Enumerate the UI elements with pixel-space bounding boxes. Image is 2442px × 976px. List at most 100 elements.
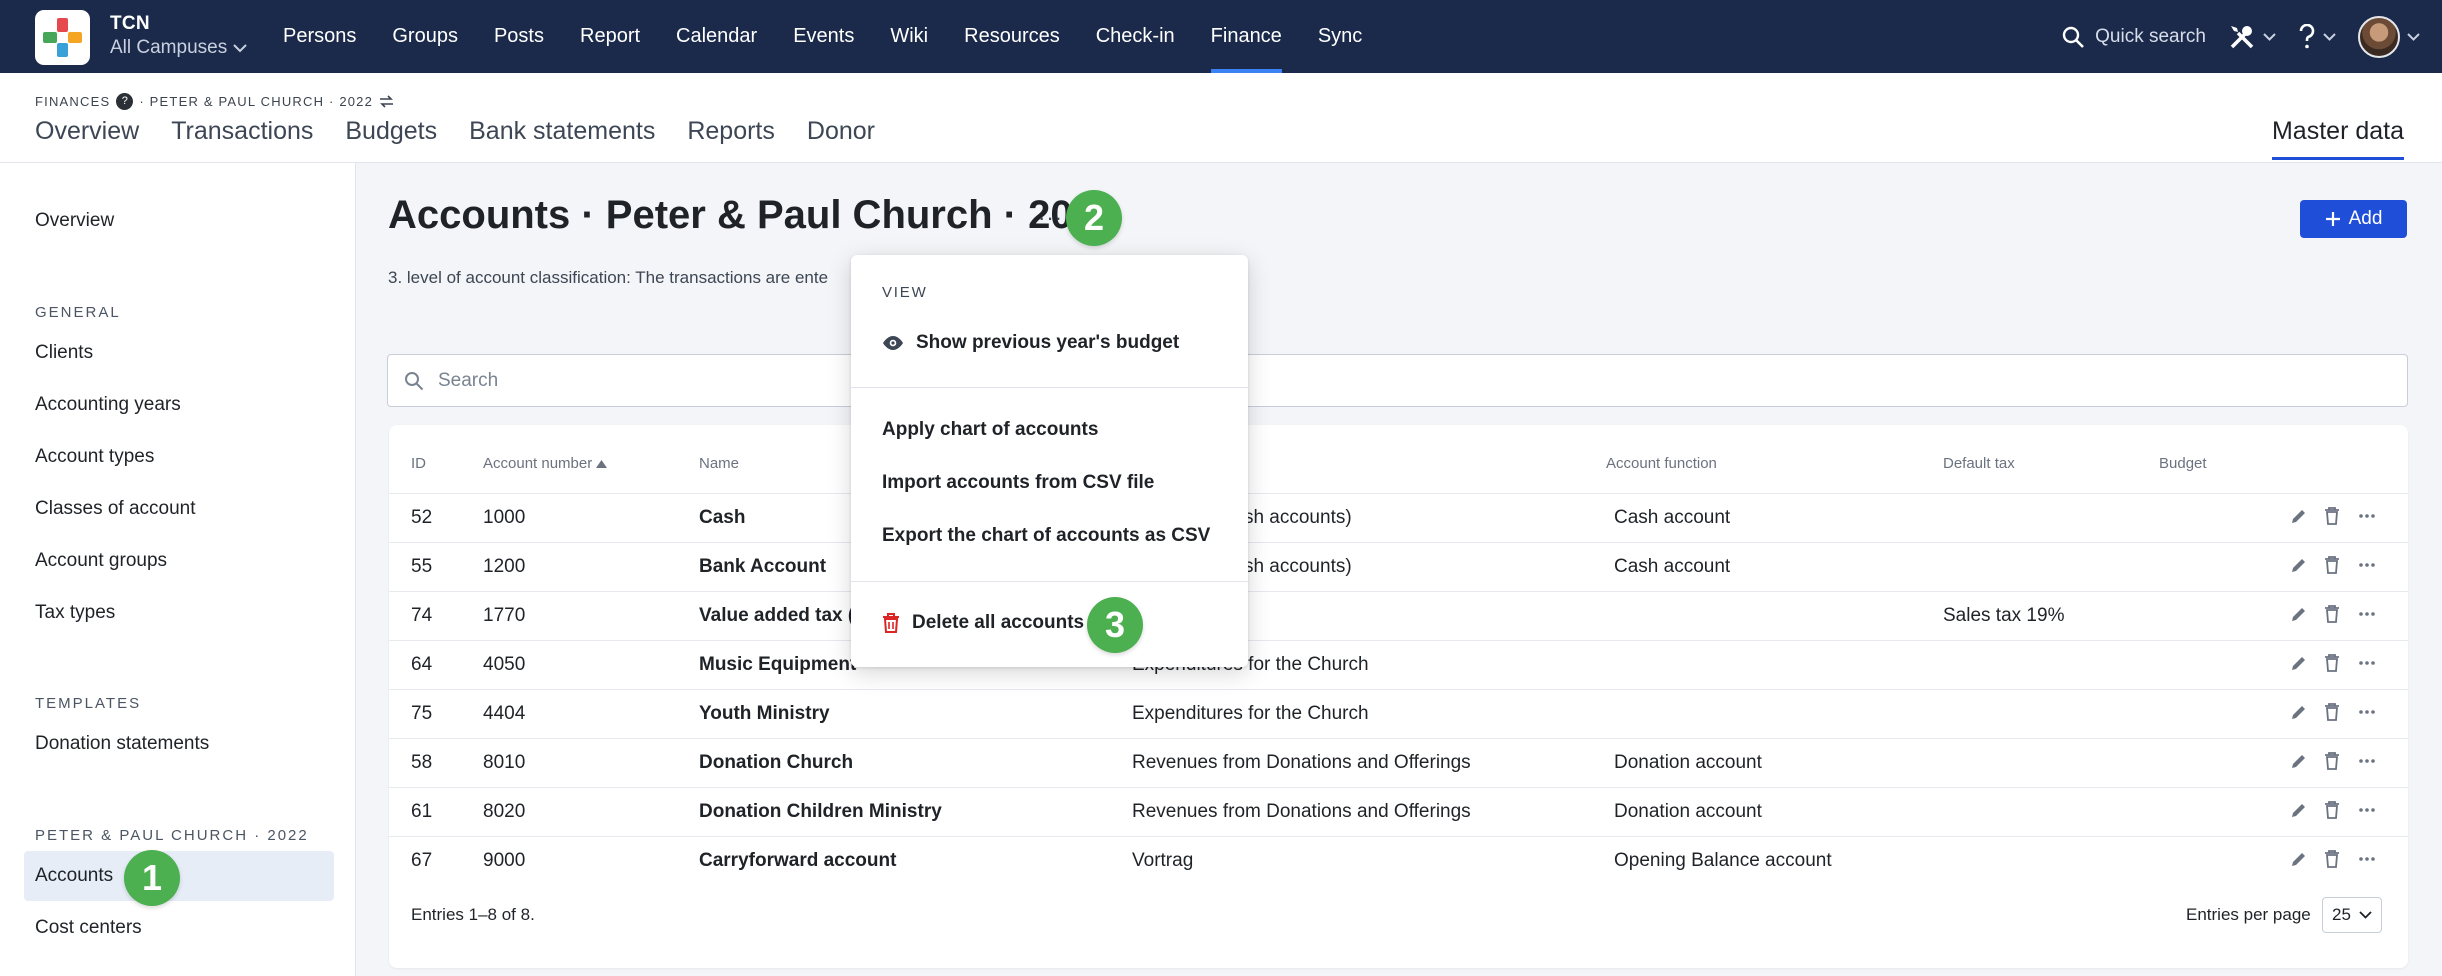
help-menu-button[interactable] bbox=[2298, 23, 2336, 50]
cell-name[interactable]: Music Equipment bbox=[699, 654, 856, 676]
breadcrumb-section[interactable]: FINANCES bbox=[35, 94, 110, 109]
sidebar-item-account-types[interactable]: Account types bbox=[35, 446, 154, 468]
cell-id: 75 bbox=[411, 703, 433, 724]
table-row[interactable]: 58 8010 Donation Church Revenues from Do… bbox=[389, 738, 2408, 787]
cell-name[interactable]: Value added tax (S bbox=[699, 605, 867, 627]
user-menu-button[interactable] bbox=[2358, 15, 2420, 58]
tab-bank-statements[interactable]: Bank statements bbox=[469, 112, 655, 157]
table-row[interactable]: 67 9000 Carryforward account Vortrag Ope… bbox=[389, 836, 2408, 885]
quick-search-button[interactable]: Quick search bbox=[2061, 25, 2206, 49]
help-badge[interactable]: ? bbox=[116, 93, 134, 110]
switch-icon[interactable] bbox=[379, 95, 394, 108]
column-header-id[interactable]: ID bbox=[411, 455, 426, 472]
nav-calendar[interactable]: Calendar bbox=[658, 0, 775, 73]
entries-per-page-select[interactable]: 25 bbox=[2322, 897, 2382, 933]
nav-posts[interactable]: Posts bbox=[476, 0, 562, 73]
column-header-account-function[interactable]: Account function bbox=[1606, 455, 1717, 472]
table-row[interactable]: 64 4050 Music Equipment Expenditures for… bbox=[389, 640, 2408, 689]
more-icon[interactable] bbox=[2357, 751, 2377, 773]
more-icon[interactable] bbox=[2357, 555, 2377, 577]
campus-selector[interactable]: All Campuses bbox=[110, 37, 247, 59]
tools-menu-button[interactable] bbox=[2228, 23, 2276, 51]
app-logo[interactable] bbox=[35, 10, 90, 65]
menu-item-show-previous-budget[interactable]: Show previous year's budget bbox=[882, 332, 1179, 354]
trash-icon[interactable] bbox=[2323, 653, 2343, 675]
cell-name[interactable]: Youth Ministry bbox=[699, 703, 830, 725]
edit-icon[interactable] bbox=[2289, 849, 2309, 871]
edit-icon[interactable] bbox=[2289, 555, 2309, 577]
table-row[interactable]: 74 1770 Value added tax (S Sales tax 19% bbox=[389, 591, 2408, 640]
sidebar-item-accounts[interactable]: Accounts bbox=[35, 865, 113, 887]
search-field[interactable] bbox=[387, 354, 2408, 407]
more-icon[interactable] bbox=[2357, 506, 2377, 528]
more-icon[interactable] bbox=[2357, 800, 2377, 822]
table-row[interactable]: 75 4404 Youth Ministry Expenditures for … bbox=[389, 689, 2408, 738]
sort-ascending-icon bbox=[596, 459, 608, 468]
edit-icon[interactable] bbox=[2289, 751, 2309, 773]
column-header-name[interactable]: Name bbox=[699, 455, 739, 472]
edit-icon[interactable] bbox=[2289, 800, 2309, 822]
trash-icon[interactable] bbox=[2323, 800, 2343, 822]
menu-item-import-csv[interactable]: Import accounts from CSV file bbox=[882, 472, 1154, 494]
trash-icon[interactable] bbox=[2323, 604, 2343, 626]
nav-events[interactable]: Events bbox=[775, 0, 872, 73]
menu-item-delete-all-accounts[interactable]: Delete all accounts bbox=[882, 612, 1084, 634]
nav-finance[interactable]: Finance bbox=[1193, 0, 1300, 73]
nav-groups[interactable]: Groups bbox=[374, 0, 476, 73]
org-switcher[interactable]: TCN All Campuses bbox=[110, 13, 247, 59]
sidebar-item-classes-of-account[interactable]: Classes of account bbox=[35, 498, 196, 520]
column-header-account-number[interactable]: Account number bbox=[483, 455, 608, 472]
more-icon[interactable] bbox=[2357, 604, 2377, 626]
edit-icon[interactable] bbox=[2289, 653, 2309, 675]
trash-icon[interactable] bbox=[2323, 751, 2343, 773]
nav-check-in[interactable]: Check-in bbox=[1078, 0, 1193, 73]
column-header-budget[interactable]: Budget bbox=[2159, 455, 2207, 472]
cell-id: 67 bbox=[411, 850, 433, 871]
cell-name[interactable]: Bank Account bbox=[699, 556, 826, 578]
edit-icon[interactable] bbox=[2289, 506, 2309, 528]
cell-name[interactable]: Donation Children Ministry bbox=[699, 801, 942, 823]
table-row[interactable]: 52 1000 Cash balances (Cash accounts) Ca… bbox=[389, 493, 2408, 542]
tab-transactions[interactable]: Transactions bbox=[171, 112, 313, 157]
sidebar-item-account-groups[interactable]: Account groups bbox=[35, 550, 167, 572]
table-row[interactable]: 61 8020 Donation Children Ministry Reven… bbox=[389, 787, 2408, 836]
trash-icon[interactable] bbox=[2323, 849, 2343, 871]
edit-icon[interactable] bbox=[2289, 702, 2309, 724]
tab-donor[interactable]: Donor bbox=[807, 112, 875, 157]
tab-budgets[interactable]: Budgets bbox=[345, 112, 437, 157]
column-header-default-tax[interactable]: Default tax bbox=[1943, 455, 2015, 472]
tab-reports[interactable]: Reports bbox=[687, 112, 775, 157]
sidebar-item-donation-statements[interactable]: Donation statements bbox=[35, 733, 209, 755]
nav-sync[interactable]: Sync bbox=[1300, 0, 1380, 73]
nav-report[interactable]: Report bbox=[562, 0, 658, 73]
tab-master-data[interactable]: Master data bbox=[2271, 112, 2404, 160]
more-icon[interactable] bbox=[2357, 653, 2377, 675]
trash-icon[interactable] bbox=[2323, 555, 2343, 577]
search-input[interactable] bbox=[438, 355, 2338, 406]
cell-name[interactable]: Cash bbox=[699, 507, 745, 529]
edit-icon[interactable] bbox=[2289, 604, 2309, 626]
table-row[interactable]: 55 1200 Bank Account balances (Cash acco… bbox=[389, 542, 2408, 591]
trash-icon[interactable] bbox=[2323, 506, 2343, 528]
nav-wiki[interactable]: Wiki bbox=[872, 0, 946, 73]
cell-account-number: 8020 bbox=[483, 801, 526, 822]
sidebar-item-clients[interactable]: Clients bbox=[35, 342, 93, 364]
cell-name[interactable]: Donation Church bbox=[699, 752, 853, 774]
sidebar-item-accounting-years[interactable]: Accounting years bbox=[35, 394, 181, 416]
trash-icon[interactable] bbox=[2323, 702, 2343, 724]
more-icon[interactable] bbox=[2357, 702, 2377, 724]
tab-overview[interactable]: Overview bbox=[35, 112, 139, 157]
menu-item-export-csv[interactable]: Export the chart of accounts as CSV bbox=[882, 525, 1210, 547]
more-icon[interactable] bbox=[2357, 849, 2377, 871]
sidebar-item-cost-centers[interactable]: Cost centers bbox=[35, 917, 142, 939]
row-actions bbox=[2289, 849, 2377, 871]
cell-name[interactable]: Carryforward account bbox=[699, 850, 896, 872]
nav-resources[interactable]: Resources bbox=[946, 0, 1078, 73]
add-button[interactable]: Add bbox=[2300, 200, 2407, 238]
nav-persons[interactable]: Persons bbox=[265, 0, 374, 73]
more-options-button[interactable]: ··· bbox=[1038, 205, 1063, 231]
sidebar-item-overview[interactable]: Overview bbox=[35, 210, 114, 232]
menu-item-apply-chart[interactable]: Apply chart of accounts bbox=[882, 419, 1098, 441]
callout-badge-1: 1 bbox=[124, 850, 180, 906]
sidebar-item-tax-types[interactable]: Tax types bbox=[35, 602, 115, 624]
